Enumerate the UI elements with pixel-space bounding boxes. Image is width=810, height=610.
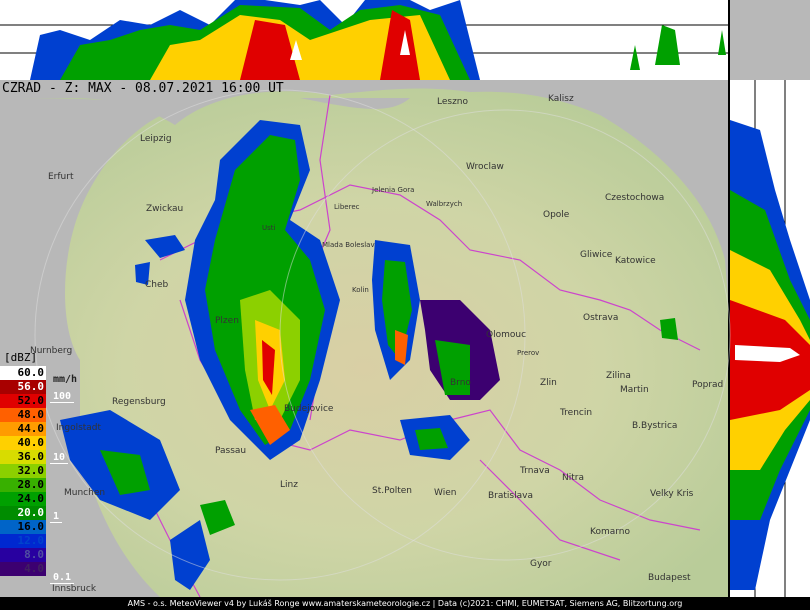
legend-level-value: 48.0 (17, 408, 45, 421)
legend-level: 40.0 (0, 436, 78, 450)
city-label: Katowice (615, 256, 656, 266)
reflectivity-legend: [dBZ] 60.0 56.0 52.0 48.0 44.0 40.0 36.0 32.0 28… (0, 350, 78, 584)
legend-rate-label: 10 (50, 452, 69, 464)
city-label: Budejovice (284, 404, 334, 414)
city-label: Komarno (590, 527, 630, 537)
city-label: Prerov (517, 349, 540, 357)
city-label: Gyor (530, 559, 552, 569)
city-label: Kalisz (548, 94, 574, 104)
city-label: Mlada Boleslav (322, 241, 375, 249)
terrain-map (0, 88, 728, 598)
legend-level-value: 40.0 (17, 436, 45, 449)
legend-level-value: 56.0 (17, 380, 45, 393)
city-label: Passau (215, 446, 247, 456)
city-label: Zlin (540, 378, 557, 388)
city-label: Bratislava (488, 491, 533, 501)
city-label: Trnava (520, 466, 550, 476)
legend-rate-label: 100 (50, 391, 75, 403)
legend-level-value: 8.0 (24, 548, 44, 561)
city-label: Poprad (692, 380, 724, 390)
city-label: Leipzig (140, 134, 172, 144)
legend-level-value: 16.0 (17, 520, 45, 533)
legend-level-value: 60.0 (17, 366, 45, 379)
city-label: Czestochowa (605, 193, 665, 203)
city-label: Jelenia Gora (372, 186, 415, 194)
legend-rate-label: 1 (50, 511, 63, 523)
city-label: Zilina (606, 371, 631, 381)
city-label: Budapest (648, 573, 691, 583)
city-label: St.Polten (372, 486, 412, 496)
legend-level: 48.0 (0, 408, 78, 422)
city-label: Linz (280, 480, 298, 490)
legend-level-value: 20.0 (17, 506, 45, 519)
city-label: Wroclaw (466, 162, 504, 172)
city-label: Regensburg (112, 397, 166, 407)
city-label: B.Bystrica (632, 421, 678, 431)
city-label: Kolin (352, 286, 369, 294)
legend-level: 28.0 (0, 478, 78, 492)
legend-level: 24.0 (0, 492, 78, 506)
city-label: Liberec (334, 203, 360, 211)
city-label: Wien (434, 488, 457, 498)
city-label: Usti (262, 224, 276, 232)
city-label: Innsbruck (52, 584, 97, 594)
right-cross-section (728, 80, 810, 597)
legend-level-value: 24.0 (17, 492, 45, 505)
city-label: Brno (450, 378, 471, 388)
legend-level-value: 12.0 (17, 534, 45, 547)
legend-rate-label: 0.1 (50, 572, 75, 584)
legend-level-value: 4.0 (24, 562, 44, 575)
legend-level: 32.0 (0, 464, 78, 478)
city-label: Opole (543, 210, 570, 220)
city-label: Trencin (560, 408, 593, 418)
legend-level: 20.0 (0, 506, 78, 520)
legend-unit-dbz: [dBZ] (4, 351, 38, 364)
city-label: Martin (620, 385, 649, 395)
legend-level-value: 28.0 (17, 478, 45, 491)
top-cross-section (0, 0, 730, 80)
legend-level: 12.0 (0, 534, 78, 548)
city-label: Plzen (215, 316, 239, 326)
city-label: Erfurt (48, 172, 74, 182)
city-label: Olomouc (486, 330, 527, 340)
city-label: Nitra (562, 473, 584, 483)
legend-level-value: 36.0 (17, 450, 45, 463)
city-label: Ostrava (583, 313, 619, 323)
city-label: Cheb (145, 280, 169, 290)
city-label: Velky Kris (650, 489, 694, 499)
legend-unit-rate: mm/h (53, 374, 78, 385)
footer-credits: AMS - o.s. MeteoViewer v4 by Lukáš Ronge… (0, 597, 810, 610)
city-label: Walbrzych (426, 200, 463, 208)
city-label: Leszno (437, 97, 469, 107)
legend-level: 44.0 (0, 422, 78, 436)
legend-level: 16.0 (0, 520, 78, 534)
legend-level-value: 52.0 (17, 394, 45, 407)
legend-level-value: 32.0 (17, 464, 45, 477)
legend-level: 8.0 (0, 548, 78, 562)
legend-level-value: 44.0 (17, 422, 45, 435)
city-label: Zwickau (146, 204, 184, 214)
city-label: Gliwice (580, 250, 613, 260)
map-title: CZRAD - Z: MAX - 08.07.2021 16:00 UT (2, 81, 284, 96)
